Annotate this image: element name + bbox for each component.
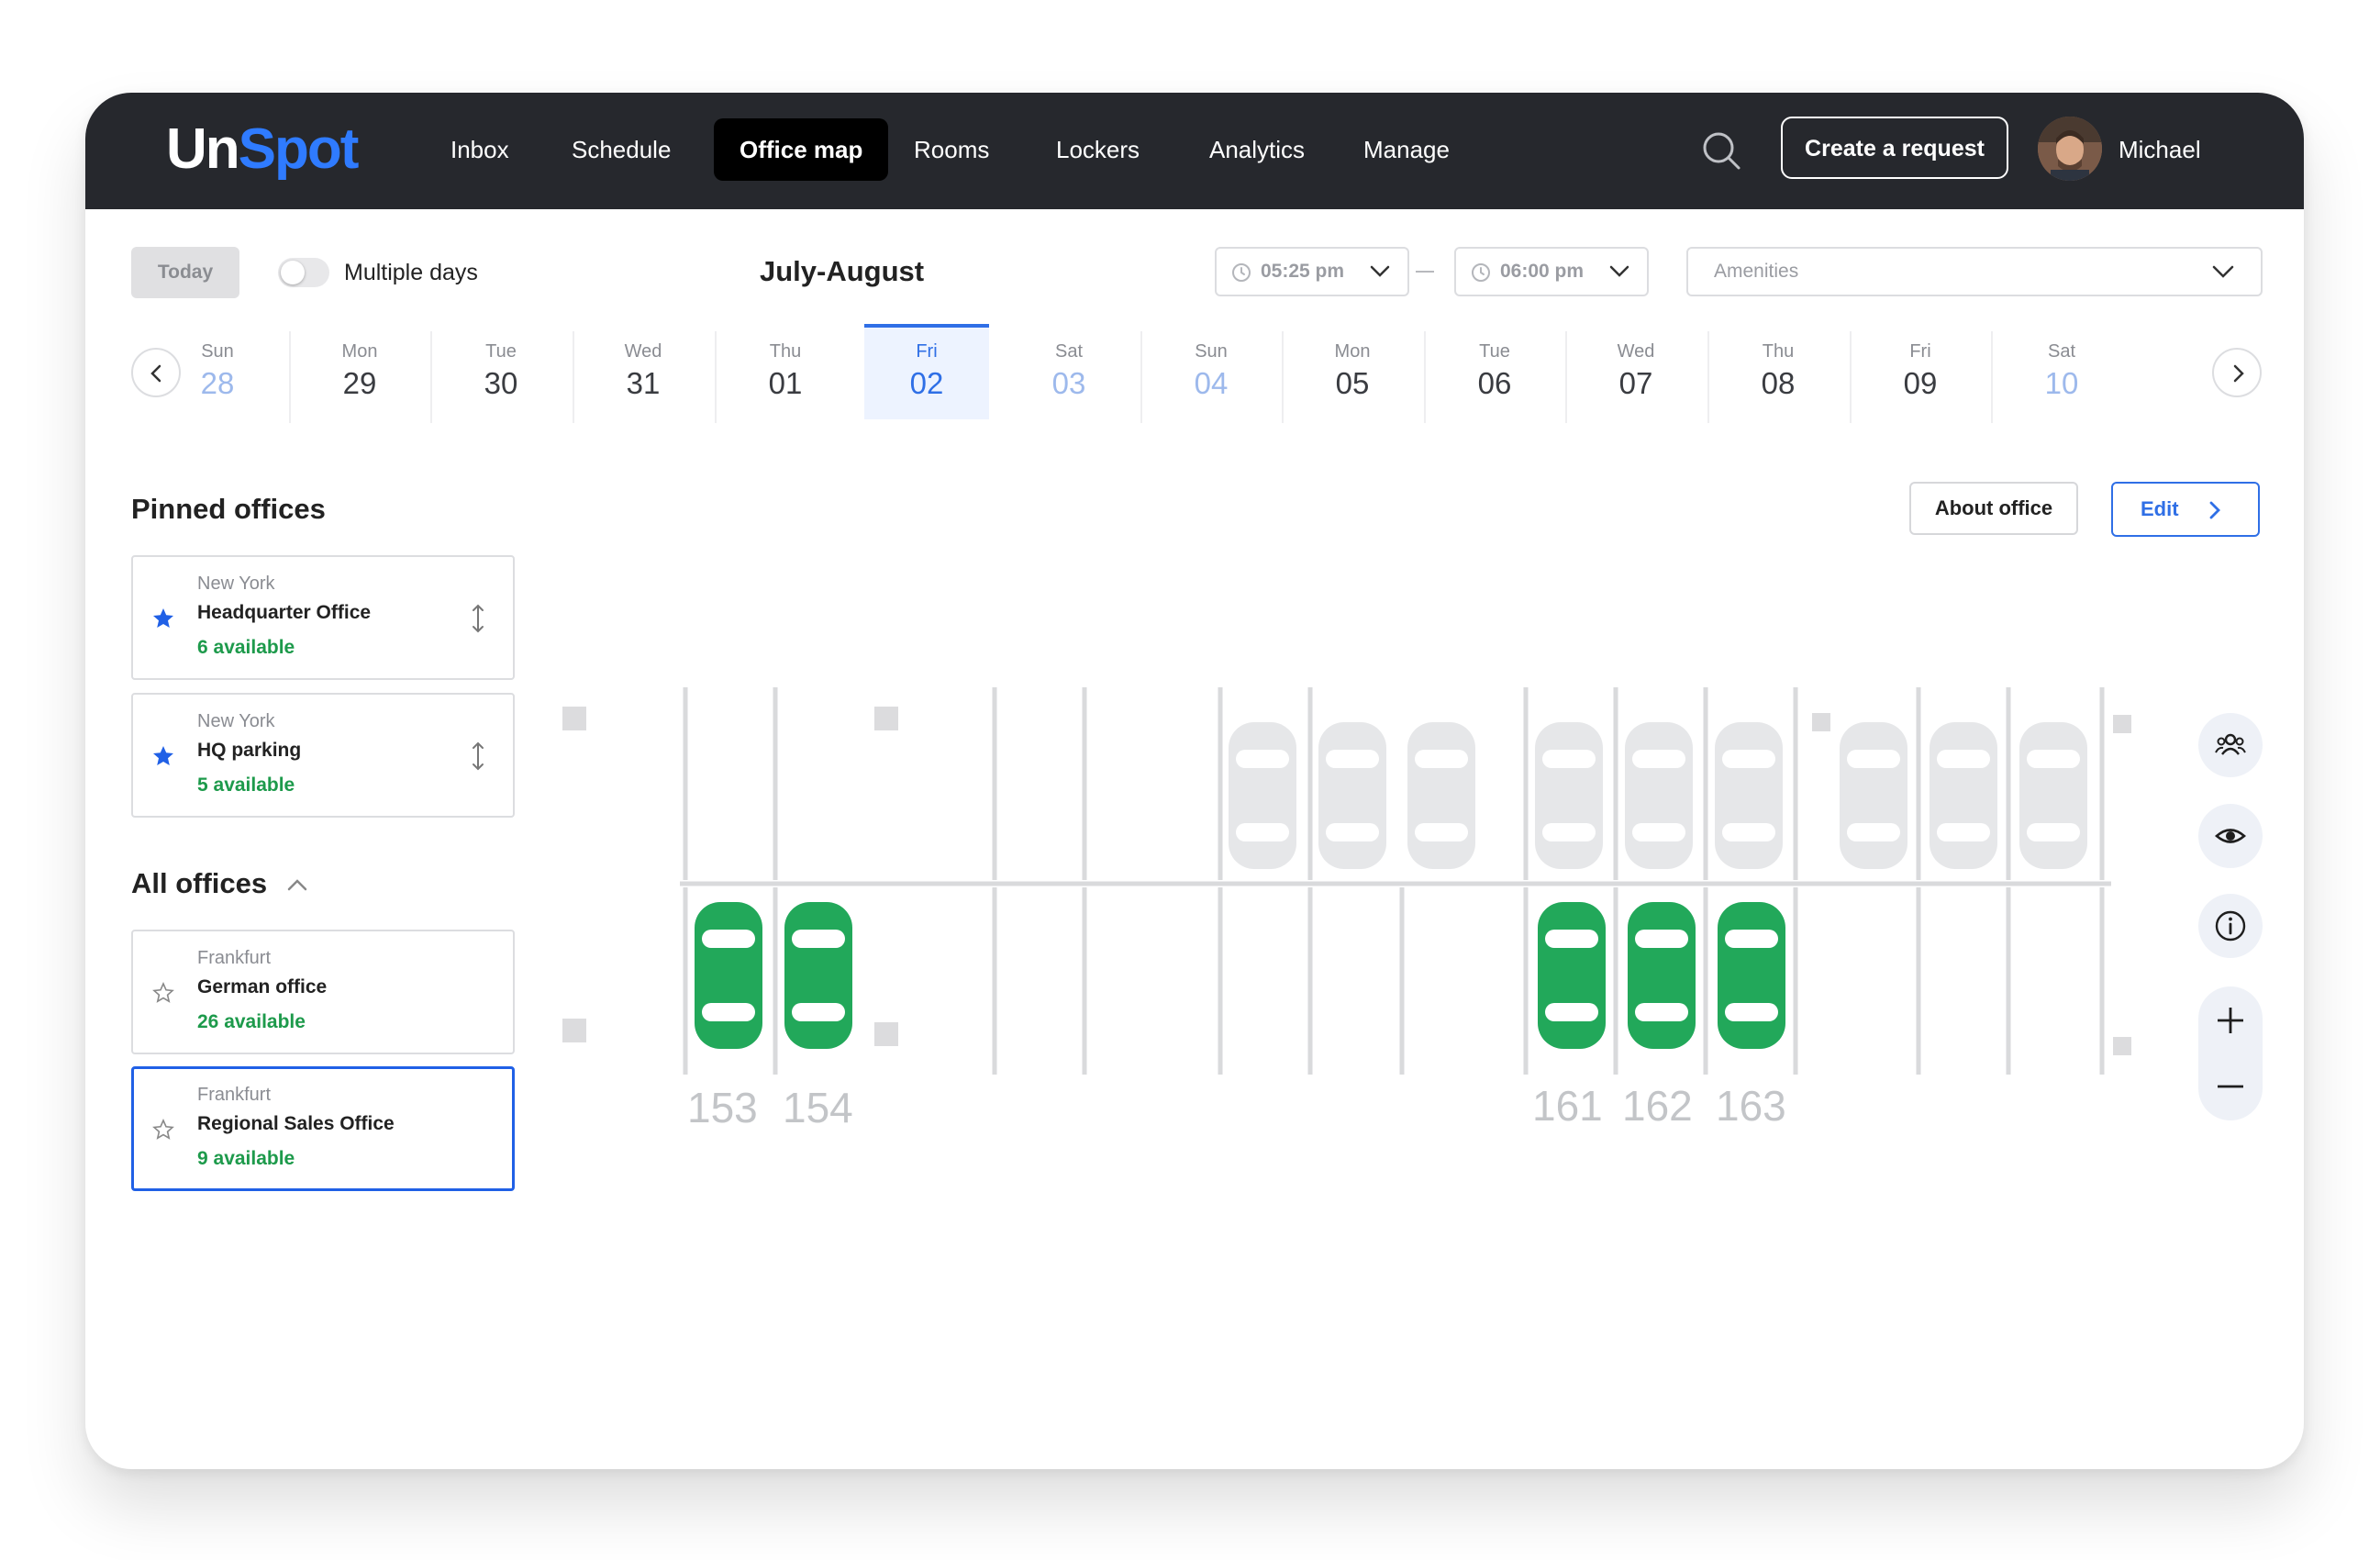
spot-label-162: 162 — [1622, 1082, 1693, 1130]
car-window — [1847, 750, 1900, 768]
spot-label-154: 154 — [783, 1084, 853, 1131]
pillar — [874, 707, 898, 730]
car-body — [1718, 902, 1785, 1049]
car-window — [1725, 930, 1778, 948]
car-body — [1715, 722, 1783, 869]
app-window: UnSpot Inbox Schedule Office map Rooms L… — [85, 93, 2304, 1469]
car-window — [2027, 750, 2080, 768]
car-window — [1326, 823, 1379, 841]
car-body — [1535, 722, 1603, 869]
car-window — [1722, 823, 1775, 841]
info-button[interactable] — [2198, 894, 2263, 958]
car-window — [1635, 1003, 1688, 1021]
car-window — [1415, 823, 1468, 841]
car-window — [1542, 823, 1596, 841]
car-body — [2019, 722, 2087, 869]
zoom-control — [2198, 986, 2263, 1120]
pillar — [2113, 1037, 2131, 1055]
info-icon — [2215, 910, 2246, 942]
eye-icon — [2215, 829, 2246, 843]
car-window — [792, 930, 845, 948]
pillar — [1812, 713, 1830, 731]
zoom-out-button[interactable] — [2198, 1054, 2263, 1119]
plus-icon — [2218, 1008, 2243, 1033]
car-window — [1635, 930, 1688, 948]
car-body — [695, 902, 762, 1049]
people-icon — [2215, 733, 2246, 755]
occupied-car — [1625, 722, 1693, 869]
available-car — [695, 902, 762, 1049]
car-window — [1632, 750, 1685, 768]
car-body — [1628, 902, 1696, 1049]
car-window — [1632, 823, 1685, 841]
car-body — [1930, 722, 1997, 869]
car-window — [1236, 750, 1289, 768]
car-window — [1545, 930, 1598, 948]
spot-labels: 153 154 161 162 163 — [687, 1082, 1786, 1131]
pillar — [562, 1019, 586, 1042]
available-car — [1628, 902, 1696, 1049]
occupied-car — [1930, 722, 1997, 869]
car-window — [2027, 823, 2080, 841]
occupied-car — [1229, 722, 1296, 869]
occupied-car — [1535, 722, 1603, 869]
available-car — [1538, 902, 1606, 1049]
car-body — [1625, 722, 1693, 869]
occupied-car — [1840, 722, 1907, 869]
occupied-car — [1715, 722, 1783, 869]
pillar — [874, 1022, 898, 1046]
occupied-car — [1407, 722, 1475, 869]
car-window — [1545, 1003, 1598, 1021]
spot-label-163: 163 — [1716, 1082, 1786, 1130]
car-window — [1722, 750, 1775, 768]
car-body — [1538, 902, 1606, 1049]
car-window — [1415, 750, 1468, 768]
zoom-in-button[interactable] — [2198, 988, 2263, 1053]
spot-label-161: 161 — [1532, 1082, 1603, 1130]
car-body — [1229, 722, 1296, 869]
pillar — [2113, 715, 2131, 733]
minus-icon — [2218, 1085, 2243, 1088]
car-window — [1542, 750, 1596, 768]
car-body — [1840, 722, 1907, 869]
car-window — [1937, 823, 1990, 841]
pillar — [562, 707, 586, 730]
available-car — [784, 902, 852, 1049]
available-car — [1718, 902, 1785, 1049]
car-body — [1318, 722, 1386, 869]
car-window — [1847, 823, 1900, 841]
parking-map: 153 154 161 162 163 — [562, 687, 2131, 1131]
occupied-car — [1318, 722, 1386, 869]
car-window — [1725, 1003, 1778, 1021]
car-body — [1407, 722, 1475, 869]
car-window — [1236, 823, 1289, 841]
car-body — [784, 902, 852, 1049]
spot-label-153: 153 — [687, 1084, 758, 1131]
car-window — [792, 1003, 845, 1021]
occupied-car — [2019, 722, 2087, 869]
car-window — [702, 930, 755, 948]
car-window — [1326, 750, 1379, 768]
car-window — [1937, 750, 1990, 768]
visibility-button[interactable] — [2198, 804, 2263, 868]
people-filter-button[interactable] — [2198, 713, 2263, 777]
car-window — [702, 1003, 755, 1021]
